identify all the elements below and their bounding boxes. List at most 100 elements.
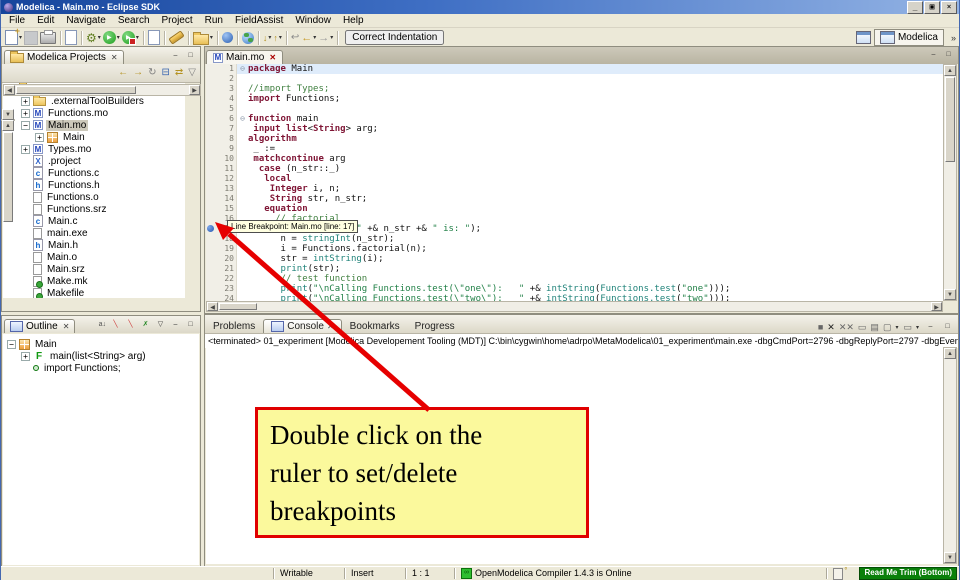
breakpoint-icon[interactable] [207, 225, 214, 232]
scroll-right-icon[interactable]: ▶ [931, 302, 942, 311]
menu-search[interactable]: Search [112, 15, 156, 26]
new-wizard-icon[interactable] [5, 30, 18, 45]
line-number[interactable]: 11 [215, 164, 236, 174]
console-vertical-scrollbar[interactable]: ▲ ▼ [943, 347, 957, 564]
scroll-thumb[interactable] [945, 77, 955, 162]
open-console-icon[interactable]: ▭ [903, 322, 912, 333]
annotation-ruler[interactable] [206, 74, 215, 84]
display-console-dropdown-icon[interactable]: ▾ [895, 324, 898, 331]
tree-item-main[interactable]: −Main [3, 338, 199, 350]
editor-vertical-scrollbar[interactable]: ▲ ▼ [943, 64, 957, 301]
dropdown-arrow-icon[interactable]: ▾ [98, 34, 101, 41]
scroll-thumb[interactable] [3, 132, 13, 222]
scroll-up-icon[interactable]: ▲ [944, 348, 956, 359]
menu-fieldassist[interactable]: FieldAssist [229, 15, 289, 26]
scroll-thumb[interactable] [16, 86, 136, 94]
web-browser-icon[interactable] [242, 32, 254, 44]
tree-item-import-functions-[interactable]: +import Functions; [3, 362, 199, 374]
projects-horizontal-scrollbar[interactable]: ◀ ▶ [3, 84, 201, 96]
collapse-icon[interactable]: − [7, 340, 16, 349]
scroll-lock-icon[interactable]: ▤ [870, 322, 879, 333]
annotation-ruler[interactable] [206, 174, 215, 184]
scroll-left-icon[interactable]: ◀ [4, 85, 15, 95]
minimize-view-icon[interactable]: – [924, 321, 937, 333]
refresh-icon[interactable]: ↻ [148, 67, 156, 79]
terminate-icon[interactable]: ■ [818, 322, 823, 332]
scroll-down-icon[interactable]: ▼ [944, 289, 956, 300]
annotation-ruler[interactable] [206, 214, 215, 224]
open-console-dropdown-icon[interactable]: ▾ [916, 324, 919, 331]
tree-item-main-list-string-arg-[interactable]: +Fmain(list<String> arg) [3, 350, 199, 362]
expand-icon[interactable]: + [21, 97, 30, 106]
line-number[interactable]: 6 [215, 114, 236, 124]
minimize-button[interactable]: _ [907, 1, 923, 14]
menu-file[interactable]: File [3, 15, 31, 26]
line-number[interactable]: 12 [215, 174, 236, 184]
line-number[interactable]: 22 [215, 274, 236, 284]
tree-item-functions-o[interactable]: +Functions.o [3, 191, 185, 203]
task-icon[interactable] [148, 30, 160, 45]
save-icon[interactable] [24, 31, 38, 45]
next-annotation-icon[interactable]: ↓ [263, 33, 268, 43]
tree-item-main-srz[interactable]: +Main.srz [3, 263, 185, 275]
annotation-ruler[interactable] [206, 144, 215, 154]
fold-collapse-icon[interactable]: ⊖ [236, 114, 248, 124]
debug-icon[interactable]: ⚙ [86, 32, 97, 44]
collapse-icon[interactable]: − [21, 121, 30, 130]
run-icon[interactable]: ▶ [103, 31, 116, 44]
line-number[interactable]: 10 [215, 154, 236, 164]
read-me-trim-button[interactable]: Read Me Trim (Bottom) [859, 567, 957, 580]
line-number[interactable]: 19 [215, 244, 236, 254]
expand-icon[interactable]: + [35, 133, 44, 142]
menu-project[interactable]: Project [156, 15, 199, 26]
back-icon[interactable]: ← [118, 67, 128, 79]
menu-navigate[interactable]: Navigate [60, 15, 111, 26]
open-resource-icon[interactable] [193, 31, 209, 45]
scroll-up-icon[interactable]: ▲ [2, 120, 14, 131]
line-number[interactable]: 5 [215, 104, 236, 114]
projects-vertical-scrollbar[interactable]: ▲ ▼ [1, 119, 15, 121]
tab-console[interactable]: Console✕ [263, 319, 341, 333]
line-number[interactable]: 3 [215, 84, 236, 94]
filter-icon[interactable]: ✗ [139, 319, 152, 331]
fold-collapse-icon[interactable]: ⊖ [236, 64, 248, 74]
annotation-ruler[interactable] [206, 184, 215, 194]
close-button[interactable]: × [941, 1, 957, 14]
link-with-editor-icon[interactable]: ⇄ [175, 67, 183, 79]
scroll-right-icon[interactable]: ▶ [189, 85, 200, 95]
perspective-modelica-button[interactable]: Modelica [874, 29, 944, 46]
previous-annotation-icon[interactable]: ↑ [273, 33, 278, 43]
line-number[interactable]: 9 [215, 144, 236, 154]
tree-item-functions-srz[interactable]: +Functions.srz [3, 203, 185, 215]
tab-problems[interactable]: Problems [206, 320, 262, 333]
tab-main-mo[interactable]: M Main.mo ✕ [206, 50, 283, 64]
tree-item-make-mk[interactable]: +Make.mk [3, 275, 185, 287]
minimize-editor-icon[interactable]: – [927, 49, 940, 61]
line-number[interactable]: 7 [215, 124, 236, 134]
annotation-ruler[interactable] [206, 164, 215, 174]
tree-item--externaltoolbuilders[interactable]: +.externalToolBuilders [3, 95, 185, 107]
annotation-ruler[interactable] [206, 124, 215, 134]
line-number[interactable]: 21 [215, 264, 236, 274]
editor-horizontal-scrollbar[interactable]: ◀ ▶ [206, 301, 943, 312]
scroll-up-icon[interactable]: ▲ [944, 65, 956, 76]
maximize-view-icon[interactable]: □ [184, 319, 197, 331]
line-number[interactable]: 4 [215, 94, 236, 104]
forward-icon[interactable]: → [318, 32, 329, 44]
annotation-ruler[interactable] [206, 234, 215, 244]
tree-item-functions-mo[interactable]: +MFunctions.mo [3, 107, 185, 119]
scroll-thumb[interactable] [219, 303, 257, 310]
clear-console-icon[interactable]: ▭ [858, 322, 867, 333]
maximize-view-icon[interactable]: □ [184, 50, 197, 62]
menu-help[interactable]: Help [337, 15, 370, 26]
dropdown-arrow-icon[interactable]: ▾ [210, 34, 213, 41]
annotation-ruler[interactable] [206, 274, 215, 284]
annotation-ruler[interactable] [206, 284, 215, 294]
annotation-ruler[interactable] [206, 294, 215, 301]
collapse-all-icon[interactable]: ⊟ [162, 67, 170, 79]
expand-icon[interactable]: + [21, 145, 30, 154]
line-number[interactable]: 20 [215, 254, 236, 264]
close-icon[interactable]: ✕ [327, 322, 334, 331]
annotation-ruler[interactable] [206, 194, 215, 204]
tree-item-makefile[interactable]: +Makefile [3, 287, 185, 298]
